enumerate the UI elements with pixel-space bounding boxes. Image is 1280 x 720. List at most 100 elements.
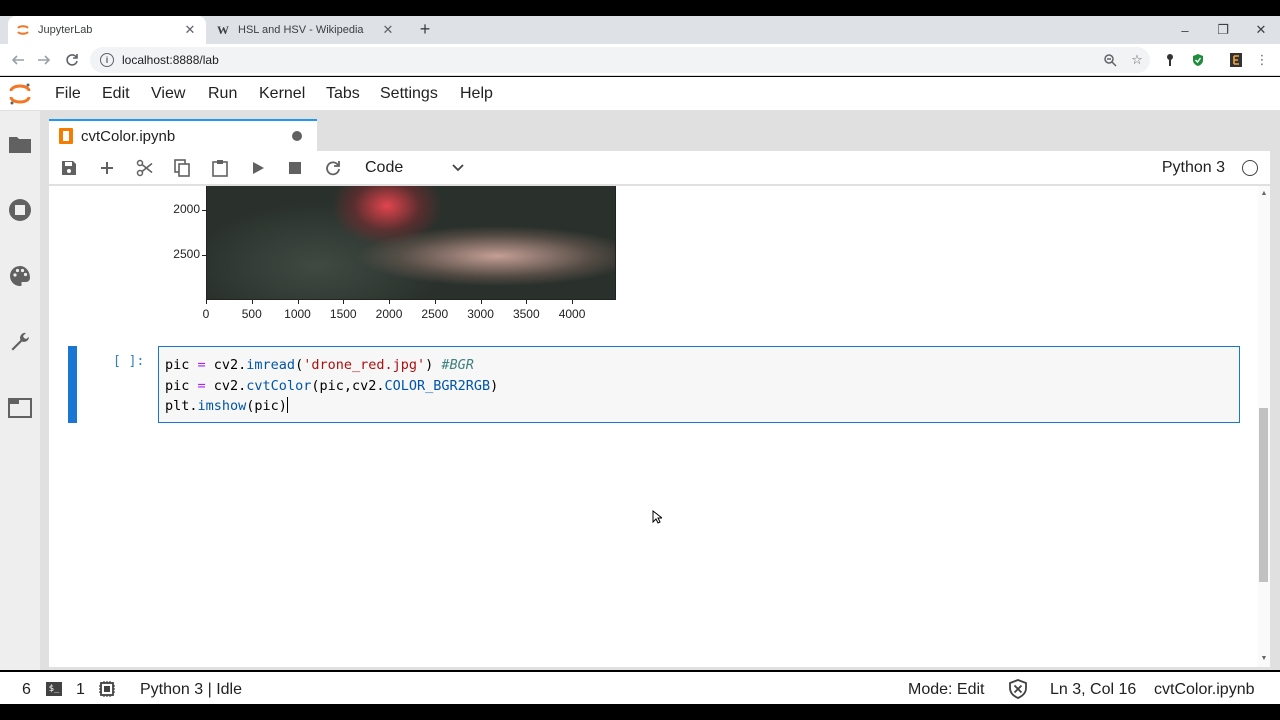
output-image bbox=[206, 186, 616, 300]
menu-settings[interactable]: Settings bbox=[380, 77, 438, 111]
close-icon[interactable]: ✕ bbox=[182, 22, 198, 38]
x-tick-label: 500 bbox=[241, 307, 262, 321]
minimize-button[interactable]: – bbox=[1166, 16, 1204, 44]
code-line[interactable]: plt.imshow(pic) bbox=[165, 396, 498, 417]
scroll-up-arrow-icon[interactable]: ▲ bbox=[1260, 190, 1268, 198]
status-count[interactable]: 6 bbox=[22, 672, 31, 704]
x-tick-label: 0 bbox=[202, 307, 210, 321]
notebook-tab[interactable]: cvtColor.ipynb bbox=[49, 119, 317, 151]
shield-extension-icon[interactable] bbox=[1188, 50, 1208, 70]
code-token: ( bbox=[295, 357, 304, 373]
restore-button[interactable]: ❐ bbox=[1204, 16, 1242, 44]
status-filename: cvtColor.ipynb bbox=[1154, 681, 1255, 698]
menu-view[interactable]: View bbox=[151, 77, 185, 111]
code-token: cv2. bbox=[213, 357, 247, 373]
browser-tab-wikipedia[interactable]: W HSL and HSV - Wikipedia ✕ bbox=[208, 16, 404, 44]
x-tick-label: 1000 bbox=[284, 307, 311, 321]
scroll-down-arrow-icon[interactable]: ▼ bbox=[1260, 655, 1268, 663]
run-icon[interactable] bbox=[246, 156, 270, 180]
y-tick-label: 2500 bbox=[173, 247, 200, 261]
browser-menu-icon[interactable]: ⋮ bbox=[1252, 50, 1272, 70]
terminal-icon: $_ bbox=[46, 682, 62, 696]
browser-tab-jupyterlab[interactable]: JupyterLab ✕ bbox=[8, 16, 206, 44]
copy-icon[interactable] bbox=[170, 156, 194, 180]
new-tab-button[interactable]: + bbox=[414, 18, 436, 40]
x-tick-mark bbox=[434, 300, 436, 304]
code-line[interactable]: pic = cv2.imread('drone_red.jpg') #BGR bbox=[165, 355, 498, 376]
palette-icon[interactable] bbox=[6, 262, 34, 290]
url-text: localhost:8888/lab bbox=[122, 53, 219, 67]
running-stop-icon[interactable] bbox=[6, 196, 34, 224]
x-tick-mark bbox=[389, 300, 391, 304]
screen: JupyterLab ✕ W HSL and HSV - Wikipedia ✕… bbox=[0, 0, 1280, 720]
evernote-extension-icon[interactable] bbox=[1226, 50, 1246, 70]
menu-help[interactable]: Help bbox=[460, 77, 493, 111]
code-cell[interactable]: [ ]: pic = cv2.imread('drone_red.jpg') #… bbox=[68, 346, 1240, 423]
notebook-panel[interactable]: 2000 2500 0 500 1000 1500 2000 2500 3000 3500 4000… bbox=[49, 186, 1270, 667]
save-icon[interactable] bbox=[57, 156, 81, 180]
browser-toolbar: i localhost:8888/lab ☆ ⋮ bbox=[0, 44, 1280, 76]
mode-indicator: Mode: Edit bbox=[908, 681, 985, 698]
cell-prompt: [ ]: bbox=[113, 354, 145, 369]
code-token: = bbox=[189, 357, 214, 373]
unsaved-dot-icon[interactable] bbox=[292, 131, 302, 141]
kernel-idle-icon bbox=[1242, 160, 1258, 176]
cell-type-value: Code bbox=[365, 159, 404, 176]
reload-icon[interactable] bbox=[60, 48, 84, 72]
browser-tab-title: HSL and HSV - Wikipedia bbox=[238, 24, 364, 36]
menu-kernel[interactable]: Kernel bbox=[259, 77, 305, 111]
code-token: ) bbox=[425, 357, 442, 373]
close-window-button[interactable]: ✕ bbox=[1242, 16, 1280, 44]
add-cell-icon[interactable] bbox=[95, 156, 119, 180]
bookmark-star-icon[interactable]: ☆ bbox=[1127, 50, 1147, 70]
menu-tabs[interactable]: Tabs bbox=[326, 77, 360, 111]
zoom-icon[interactable] bbox=[1100, 50, 1120, 70]
paste-icon[interactable] bbox=[208, 156, 232, 180]
scrollbar[interactable]: ▲ ▼ bbox=[1258, 186, 1270, 667]
folder-icon[interactable] bbox=[6, 130, 34, 158]
status-bar: 6 $_ 1 Python 3 | Idle Mode: Edit Ln 3, … bbox=[0, 672, 1280, 704]
notebook-tab-title: cvtColor.ipynb bbox=[81, 127, 176, 145]
wrench-icon[interactable] bbox=[6, 328, 34, 356]
forward-arrow-icon[interactable] bbox=[32, 48, 56, 72]
menu-file[interactable]: File bbox=[55, 77, 81, 111]
notebook-toolbar: Code Python 3 bbox=[49, 151, 1270, 185]
tabs-icon[interactable] bbox=[6, 394, 34, 422]
code-token: ) bbox=[490, 377, 499, 394]
stop-icon[interactable] bbox=[283, 156, 307, 180]
code-token: = bbox=[189, 377, 214, 394]
kernel-status-text[interactable]: Python 3 | Idle bbox=[140, 672, 242, 704]
terminal-count[interactable]: 1 bbox=[76, 672, 85, 704]
cell-type-dropdown[interactable]: Code bbox=[365, 156, 465, 180]
main-area: cvtColor.ipynb Code Python 3 2000 2500 0… bbox=[40, 111, 1280, 670]
back-arrow-icon[interactable] bbox=[6, 48, 30, 72]
kernel-name[interactable]: Python 3 bbox=[1162, 151, 1225, 185]
code-token: 'drone_red.jpg' bbox=[303, 357, 426, 373]
code-token: #BGR bbox=[441, 357, 474, 373]
address-bar[interactable]: i localhost:8888/lab bbox=[90, 47, 1150, 73]
text-cursor bbox=[286, 397, 288, 413]
cursor-position[interactable]: Ln 3, Col 16 bbox=[1050, 672, 1136, 704]
restart-icon[interactable] bbox=[321, 156, 345, 180]
x-tick-mark bbox=[251, 300, 253, 304]
left-sidebar bbox=[0, 111, 40, 670]
x-tick-mark bbox=[480, 300, 482, 304]
close-icon[interactable]: ✕ bbox=[380, 22, 396, 38]
cut-icon[interactable] bbox=[133, 156, 157, 180]
x-tick-mark bbox=[206, 300, 207, 304]
key-extension-icon[interactable] bbox=[1160, 50, 1180, 70]
notebook-icon bbox=[59, 128, 73, 144]
scrollbar-thumb[interactable] bbox=[1259, 408, 1268, 582]
menu-run[interactable]: Run bbox=[208, 77, 237, 111]
browser-tab-title: JupyterLab bbox=[38, 24, 93, 36]
code-line[interactable]: pic = cv2.cvtColor(pic,cv2.COLOR_BGR2RGB… bbox=[165, 376, 498, 397]
cell-collapser[interactable] bbox=[68, 346, 77, 423]
menu-edit[interactable]: Edit bbox=[102, 77, 130, 111]
code-editor[interactable]: pic = cv2.imread('drone_red.jpg') #BGR pi… bbox=[158, 346, 1240, 423]
x-tick-mark bbox=[343, 300, 345, 304]
x-tick-mark bbox=[297, 300, 299, 304]
info-icon[interactable]: i bbox=[100, 53, 114, 67]
x-tick-label: 2500 bbox=[421, 307, 449, 321]
trust-shield-icon[interactable] bbox=[1008, 672, 1028, 704]
code-text[interactable]: pic = cv2.imread('drone_red.jpg') #BGR pi… bbox=[165, 355, 498, 417]
